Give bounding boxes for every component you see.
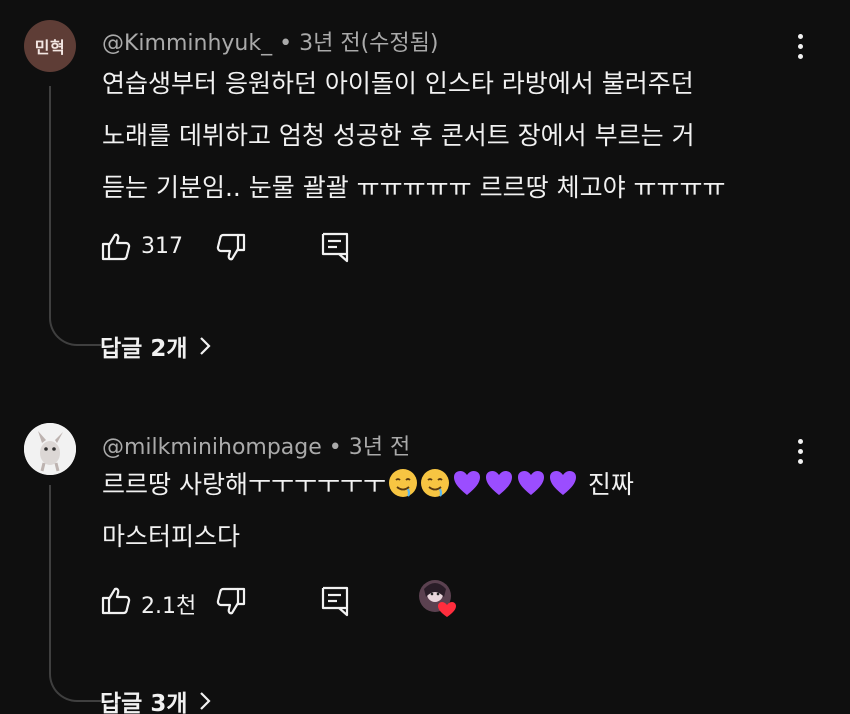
- reply-comment-icon: [321, 586, 349, 617]
- like-count: 2.1천: [141, 594, 197, 619]
- purple-heart-icon: [549, 471, 576, 495]
- comment-text-segment: 르르땅 사랑해ㅜㅜㅜㅜㅜㅜ: [102, 470, 386, 499]
- comments-panel: 민혁 @Kimminhyuk_ • 3년 전(수정됨) 연습생부터 응원하던 아…: [0, 0, 850, 714]
- comment-text: 연습생부터 응원하던 아이돌이 인스타 라방에서 불러주던 노래를 데뷔하고 엄…: [102, 58, 792, 214]
- comment-meta: @Kimminhyuk_ • 3년 전(수정됨): [102, 25, 438, 57]
- purple-heart-icon: [517, 471, 544, 495]
- comment-item: 민혁 @Kimminhyuk_ • 3년 전(수정됨) 연습생부터 응원하던 아…: [0, 0, 850, 400]
- view-replies-button[interactable]: 답글 3개: [100, 684, 212, 714]
- thread-connector-line: [49, 485, 101, 702]
- thread-connector-line: [49, 86, 101, 346]
- reply-button[interactable]: [319, 581, 351, 621]
- comment-author-handle[interactable]: @milkminihompage: [102, 435, 322, 460]
- comment-timestamp[interactable]: 3년 전: [349, 435, 410, 460]
- purple-heart-icon: [485, 471, 512, 495]
- chevron-right-icon: [199, 692, 211, 710]
- replies-label: 답글 2개: [100, 336, 188, 362]
- more-dot: [797, 438, 803, 444]
- comment-text-line: 연습생부터 응원하던 아이돌이 인스타 라방에서 불러주던: [102, 69, 694, 98]
- thumbs-down-icon: [216, 233, 246, 261]
- comment-text-line: 마스터피스다: [102, 522, 241, 551]
- meta-separator: •: [279, 31, 293, 56]
- thumbs-up-icon: [101, 233, 131, 261]
- like-count: 317: [141, 234, 183, 259]
- comment-item: @milkminihompage • 3년 전 르르땅 사랑해ㅜㅜㅜㅜㅜㅜ 진짜…: [0, 405, 850, 714]
- comment-meta: @milkminihompage • 3년 전: [102, 429, 410, 461]
- thumbs-down-icon: [216, 587, 246, 615]
- thumbs-up-icon: [101, 587, 131, 615]
- creator-heart-badge: [418, 579, 458, 619]
- more-dot: [797, 33, 803, 39]
- avatar[interactable]: [24, 423, 76, 475]
- meta-separator: •: [328, 435, 342, 460]
- comment-text: 르르땅 사랑해ㅜㅜㅜㅜㅜㅜ 진짜 마스터피스다: [102, 459, 792, 563]
- emoji-group: [388, 468, 578, 498]
- drooling-face-icon: [420, 469, 449, 497]
- more-dot: [797, 43, 803, 49]
- comment-author-handle[interactable]: @Kimminhyuk_: [102, 31, 272, 56]
- white-creature-avatar-icon: [24, 423, 76, 475]
- chevron-right-icon: [199, 337, 211, 355]
- comment-text-line: 노래를 데뷔하고 엄청 성공한 후 콘서트 장에서 부르는 거: [102, 121, 695, 150]
- dislike-button[interactable]: [215, 581, 247, 621]
- avatar[interactable]: 민혁: [24, 20, 76, 72]
- creator-heart-avatar-icon: [419, 580, 456, 617]
- more-dot: [797, 53, 803, 59]
- comment-timestamp[interactable]: 3년 전(수정됨): [299, 31, 438, 56]
- purple-heart-icon: [453, 471, 480, 495]
- like-button[interactable]: [100, 227, 132, 267]
- drooling-face-icon: [388, 469, 417, 497]
- comment-text-segment: 진짜: [587, 470, 634, 499]
- comment-actions: 317: [100, 227, 600, 267]
- avatar-initials: 민혁: [34, 38, 66, 57]
- replies-label: 답글 3개: [100, 691, 188, 714]
- reply-button[interactable]: [319, 227, 351, 267]
- comment-text-line: 르르땅 사랑해ㅜㅜㅜㅜㅜㅜ 진짜: [102, 459, 792, 511]
- comment-text-line: 듣는 기분임.. 눈물 괄괄 ㅠㅠㅠㅠㅠ 르르땅 체고야 ㅠㅠㅠㅠ: [102, 173, 726, 202]
- more-dot: [797, 458, 803, 464]
- like-button[interactable]: [100, 581, 132, 621]
- dislike-button[interactable]: [215, 227, 247, 267]
- view-replies-button[interactable]: 답글 2개: [100, 329, 212, 363]
- more-dot: [797, 448, 803, 454]
- comment-actions: 2.1천: [100, 579, 600, 621]
- reply-comment-icon: [321, 232, 349, 263]
